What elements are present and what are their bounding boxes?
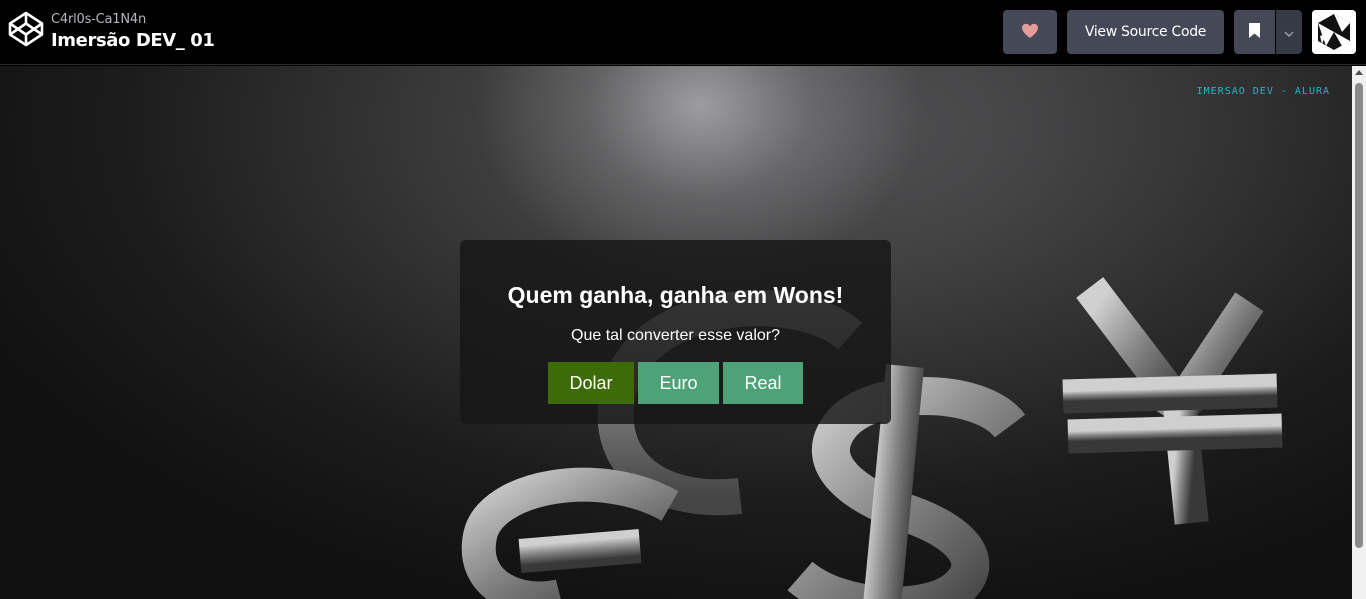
euro-button[interactable]: Euro — [638, 362, 719, 404]
real-button[interactable]: Real — [723, 362, 803, 404]
pen-preview: Imersao Dev - Alura Quem ganha, ganha em… — [0, 66, 1352, 599]
converter-card: Quem ganha, ganha em Wons! Que tal conve… — [460, 240, 891, 424]
tagline-text: Imersao Dev - Alura — [1196, 86, 1330, 97]
heart-icon — [1021, 23, 1039, 42]
pen-title: Imersão DEV_ 01 — [51, 30, 215, 51]
like-button[interactable] — [1003, 10, 1057, 54]
bookmark-icon — [1248, 22, 1261, 42]
scroll-up-icon[interactable] — [1355, 70, 1363, 75]
card-heading: Quem ganha, ganha em Wons! — [507, 282, 844, 308]
codepen-logo-icon[interactable] — [8, 11, 44, 47]
preview-scrollbar[interactable] — [1352, 66, 1366, 599]
top-header: C4rl0s-Ca1N4n Imersão DEV_ 01 View Sourc… — [0, 0, 1366, 65]
chevron-down-icon — [1284, 25, 1294, 40]
author-name[interactable]: C4rl0s-Ca1N4n — [51, 12, 146, 27]
bookmark-dropdown-button[interactable] — [1276, 10, 1302, 54]
view-source-button[interactable]: View Source Code — [1067, 10, 1224, 54]
bookmark-button[interactable] — [1234, 10, 1275, 54]
dolar-button[interactable]: Dolar — [548, 362, 634, 404]
card-subtext: Que tal converter esse valor? — [571, 327, 780, 344]
scrollbar-thumb[interactable] — [1355, 83, 1363, 548]
user-avatar[interactable] — [1312, 10, 1356, 54]
